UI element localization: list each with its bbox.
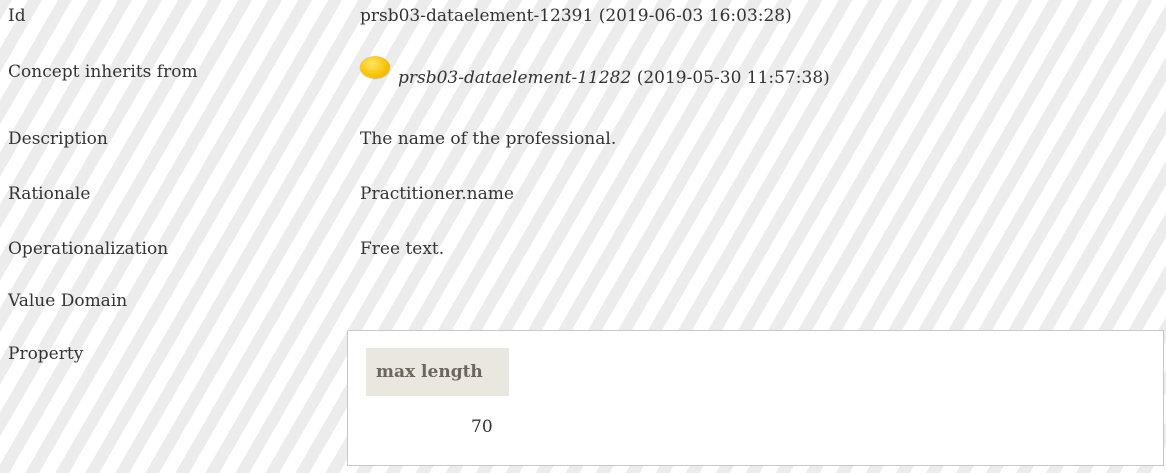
inherited-concept-date: (2019-05-30 11:57:38) — [631, 68, 830, 88]
rationale-value: Practitioner.name — [360, 184, 514, 204]
concept-inherits-label: Concept inherits from — [8, 62, 198, 82]
property-table: max length 70 — [347, 330, 1164, 466]
rationale-label: Rationale — [8, 184, 91, 204]
description-value: The name of the professional. — [360, 129, 617, 149]
property-label: Property — [8, 344, 84, 364]
max-length-header: max length — [366, 348, 509, 396]
row-concept-inherits: Concept inherits from prsb03-dataelement… — [0, 56, 1166, 90]
row-id: Id prsb03-dataelement-12391 (2019-06-03 … — [0, 6, 1166, 34]
inherited-concept-link[interactable]: prsb03-dataelement-11282 — [398, 68, 631, 88]
description-label: Description — [8, 129, 108, 149]
row-value-domain: Value Domain — [0, 291, 1166, 319]
id-value: prsb03-dataelement-12391 (2019-06-03 16:… — [360, 6, 792, 26]
concept-inherits-value: prsb03-dataelement-11282 (2019-05-30 11:… — [398, 68, 830, 88]
row-description: Description The name of the professional… — [0, 129, 1166, 157]
operationalization-value: Free text. — [360, 239, 445, 259]
value-domain-label: Value Domain — [8, 291, 128, 311]
id-label: Id — [8, 6, 26, 26]
max-length-value: 70 — [471, 417, 493, 437]
yellow-concept-circle-icon — [360, 56, 390, 78]
operationalization-label: Operationalization — [8, 239, 169, 259]
row-rationale: Rationale Practitioner.name — [0, 184, 1166, 212]
row-operationalization: Operationalization Free text. — [0, 239, 1166, 267]
